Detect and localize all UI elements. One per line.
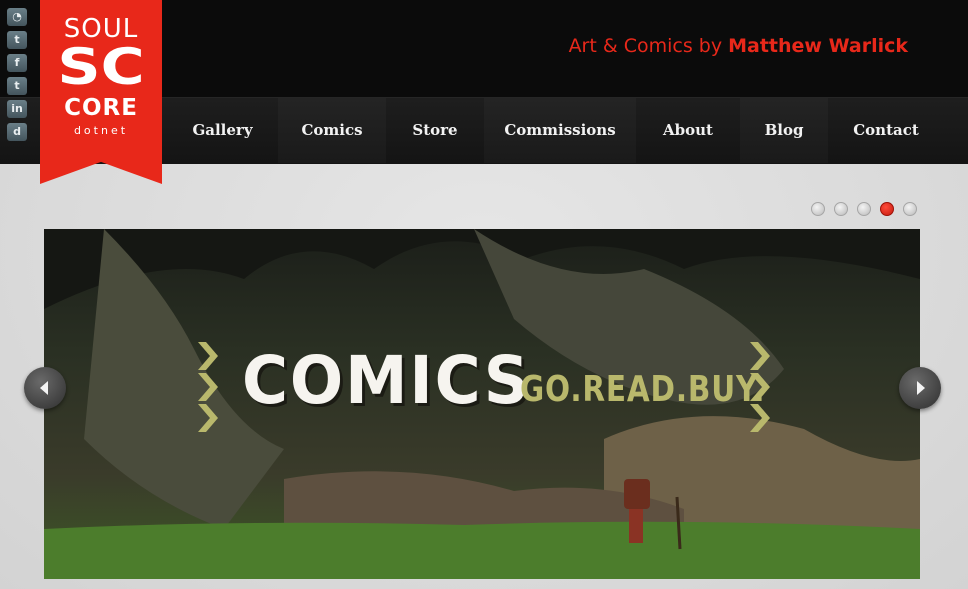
slide-dot-1[interactable]	[811, 202, 825, 216]
rss-icon[interactable]: ◔	[7, 8, 27, 26]
arrow-right-icon	[917, 381, 925, 395]
slide-dot-2[interactable]	[834, 202, 848, 216]
site-tagline: Art & Comics by Matthew Warlick	[569, 35, 908, 57]
slide-dot-4[interactable]	[880, 202, 894, 216]
linkedin-icon[interactable]: in	[7, 100, 27, 118]
social-icons: ◔ t f t in d	[7, 8, 27, 146]
logo-word-core: CORE	[64, 95, 138, 121]
arrow-left-icon	[40, 381, 48, 395]
chevron-left-decoration	[198, 342, 218, 432]
nav-commissions[interactable]: Commissions	[484, 98, 636, 163]
nav-gallery[interactable]: Gallery	[167, 98, 278, 163]
slide-dot-5[interactable]	[903, 202, 917, 216]
facebook-icon[interactable]: f	[7, 54, 27, 72]
twitter-icon[interactable]: t	[7, 31, 27, 49]
tagline-author: Matthew Warlick	[728, 35, 908, 57]
slider-prev-button[interactable]	[24, 367, 66, 409]
logo-word-dotnet: dotnet	[73, 124, 129, 137]
site-logo[interactable]: SOUL SC CORE dotnet	[40, 0, 162, 184]
nav-contact[interactable]: Contact	[828, 98, 944, 163]
tagline-prefix: Art & Comics by	[568, 35, 729, 57]
deviantart-icon[interactable]: d	[7, 123, 27, 141]
hero-headline: COMICS	[242, 342, 531, 419]
nav-blog[interactable]: Blog	[740, 98, 828, 163]
hero-subline: GO.READ.BUY.	[520, 369, 766, 410]
logo-mark: SC	[57, 38, 145, 96]
tumblr-icon[interactable]: t	[7, 77, 27, 95]
nav-about[interactable]: About	[636, 98, 740, 163]
slider-next-button[interactable]	[899, 367, 941, 409]
nav-comics[interactable]: Comics	[278, 98, 386, 163]
nav-store[interactable]: Store	[386, 98, 484, 163]
slide-dot-3[interactable]	[857, 202, 871, 216]
